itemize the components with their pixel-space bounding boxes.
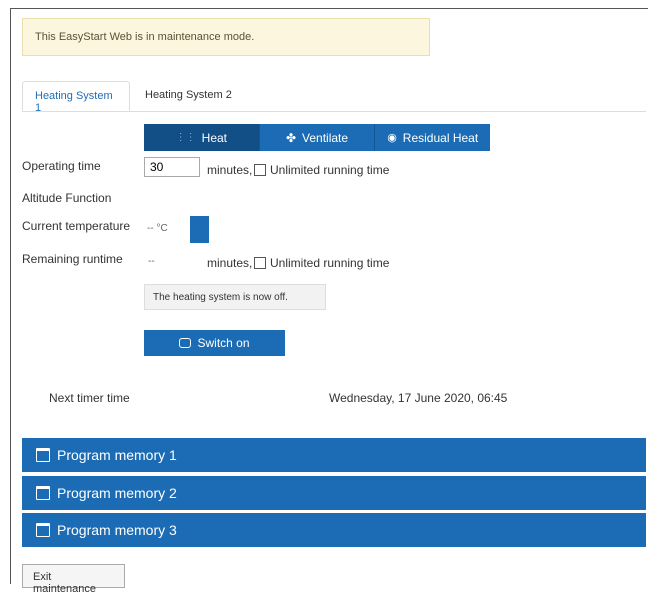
operating-time-label: Operating time	[22, 159, 101, 173]
remaining-unlimited-checkbox[interactable]	[254, 257, 266, 269]
mode-ventilate-label: Ventilate	[302, 130, 349, 145]
altitude-function-label: Altitude Function	[22, 191, 112, 205]
switch-on-label: Switch on	[197, 336, 250, 350]
mode-ventilate-button[interactable]: ✤ Ventilate	[259, 124, 376, 151]
mode-heat-button[interactable]: ⋮⋮ Heat	[144, 124, 260, 151]
residual-heat-icon: ◉	[387, 132, 397, 144]
mode-residual-heat-button[interactable]: ◉ Residual Heat	[375, 124, 491, 151]
calendar-icon	[36, 448, 50, 462]
program-memory-2-label: Program memory 2	[57, 485, 177, 501]
remaining-runtime-unit: minutes,	[207, 256, 253, 270]
fan-icon: ✤	[285, 130, 297, 145]
program-memory-3[interactable]: Program memory 3	[22, 513, 646, 547]
temperature-indicator	[190, 216, 209, 243]
current-temperature-label: Current temperature	[22, 219, 131, 233]
next-timer-value: Wednesday, 17 June 2020, 06:45	[329, 391, 508, 405]
tab-heating-system-2[interactable]: Heating System 2	[133, 81, 244, 111]
program-memory-2[interactable]: Program memory 2	[22, 476, 646, 510]
mode-residual-heat-label: Residual Heat	[402, 130, 479, 145]
remaining-runtime-value: --	[148, 256, 155, 267]
mode-heat-label: Heat	[201, 130, 228, 145]
status-message: The heating system is now off.	[144, 284, 326, 310]
tab-bar: Heating System 1 Heating System 2	[22, 81, 646, 114]
unlimited-running-label: Unlimited running time	[270, 163, 390, 177]
heat-icon: ⋮⋮	[175, 132, 196, 143]
maintenance-alert: This EasyStart Web is in maintenance mod…	[22, 18, 430, 56]
calendar-icon	[36, 486, 50, 500]
program-memory-1-label: Program memory 1	[57, 447, 177, 463]
mode-selector: ⋮⋮ Heat ✤ Ventilate ◉ Residual Heat	[144, 124, 491, 151]
tab-heating-system-1[interactable]: Heating System 1	[22, 81, 130, 114]
program-memory-3-label: Program memory 3	[57, 522, 177, 538]
next-timer-label: Next timer time	[49, 391, 130, 405]
switch-on-button[interactable]: Switch on	[144, 330, 285, 356]
power-toggle-icon	[179, 338, 192, 348]
current-temperature-value: -- °C	[147, 223, 168, 234]
remaining-unlimited-label: Unlimited running time	[270, 256, 390, 270]
operating-time-input[interactable]	[144, 157, 200, 177]
unlimited-running-checkbox[interactable]	[254, 164, 266, 176]
operating-time-unit: minutes,	[207, 163, 253, 177]
calendar-icon	[36, 523, 50, 537]
exit-maintenance-button[interactable]: Exit maintenance	[22, 564, 125, 595]
remaining-runtime-label: Remaining runtime	[22, 252, 123, 266]
program-memory-1[interactable]: Program memory 1	[22, 438, 646, 472]
